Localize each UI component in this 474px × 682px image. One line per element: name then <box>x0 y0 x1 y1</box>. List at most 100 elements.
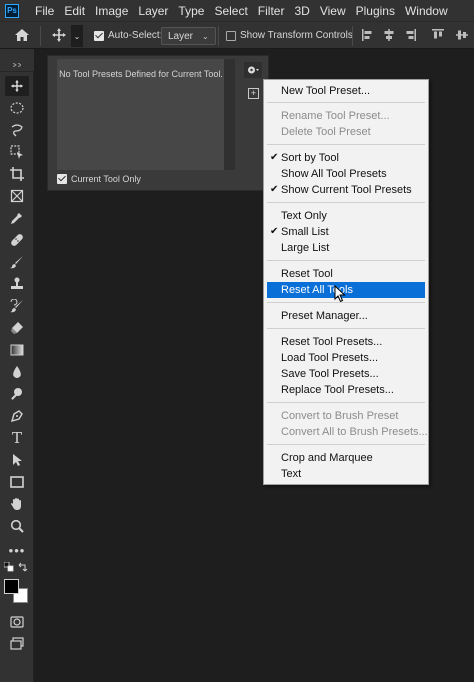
menu-item-replace-tool-presets[interactable]: Replace Tool Presets... <box>267 382 425 398</box>
menu-item-delete-tool-preset: Delete Tool Preset <box>267 124 425 140</box>
path-selection-tool-icon[interactable] <box>5 450 29 470</box>
hand-tool-icon[interactable] <box>5 494 29 514</box>
menu-item-label: Large List <box>281 242 330 254</box>
panel-menu-gear-icon[interactable] <box>244 62 262 78</box>
menu-item-label: Convert to Brush Preset <box>281 410 399 422</box>
menu-item-reset-tool-presets[interactable]: Reset Tool Presets... <box>267 334 425 350</box>
menu-item-label: Show Current Tool Presets <box>281 184 412 196</box>
menu-item-convert-all-to-brush-presets: Convert All to Brush Presets... <box>267 424 428 440</box>
menu-3d[interactable]: 3D <box>289 4 314 18</box>
collapse-toolbar-icon[interactable] <box>12 58 22 68</box>
menu-divider <box>267 202 425 203</box>
healing-brush-tool-icon[interactable] <box>5 230 29 250</box>
show-transform-controls-checkbox[interactable]: Show Transform Controls <box>226 30 353 41</box>
menu-item-save-tool-presets[interactable]: Save Tool Presets... <box>267 366 425 382</box>
menu-item-preset-manager[interactable]: Preset Manager... <box>267 308 425 324</box>
menu-file[interactable]: File <box>30 4 59 18</box>
toolbar-header <box>0 49 34 72</box>
checkbox-unchecked-icon <box>226 30 236 41</box>
menu-item-reset-tool[interactable]: Reset Tool <box>267 266 425 282</box>
menu-item-load-tool-presets[interactable]: Load Tool Presets... <box>267 350 425 366</box>
lasso-tool-icon[interactable] <box>5 120 29 140</box>
menu-item-label: Small List <box>281 226 329 238</box>
menu-item-text-only[interactable]: Text Only <box>267 208 425 224</box>
menu-item-show-current-tool-presets[interactable]: ✔ Show Current Tool Presets <box>267 182 425 198</box>
rectangle-tool-icon[interactable] <box>5 472 29 492</box>
pen-tool-icon[interactable] <box>5 406 29 426</box>
menu-item-small-list[interactable]: ✔ Small List <box>267 224 425 240</box>
menu-image[interactable]: Image <box>90 4 133 18</box>
new-preset-icon[interactable]: + <box>248 88 259 99</box>
chevron-down-icon: ⌄ <box>202 31 209 41</box>
type-tool-icon[interactable]: T <box>5 428 29 448</box>
tool-presets-context-menu: New Tool Preset... Rename Tool Preset...… <box>263 79 429 485</box>
menu-item-reset-all-tools[interactable]: Reset All Tools <box>267 282 425 298</box>
preset-list-scrollbar[interactable] <box>224 59 235 170</box>
menu-item-large-list[interactable]: Large List <box>267 240 425 256</box>
menu-bar: Ps File Edit Image Layer Type Select Fil… <box>0 0 474 21</box>
move-tool-preset-picker[interactable] <box>51 27 67 43</box>
default-colors-icon[interactable] <box>3 562 15 572</box>
clone-stamp-tool-icon[interactable] <box>5 274 29 294</box>
screen-mode-icon[interactable] <box>5 634 29 654</box>
current-tool-only-checkbox[interactable]: Current Tool Only <box>57 174 141 184</box>
no-presets-message: No Tool Presets Defined for Current Tool… <box>59 69 223 79</box>
move-tool-icon[interactable] <box>5 76 29 96</box>
foreground-color-swatch[interactable] <box>4 579 19 594</box>
brush-tool-icon[interactable] <box>5 252 29 272</box>
auto-select-checkbox[interactable]: Auto-Select: <box>94 30 162 41</box>
menu-plugins[interactable]: Plugins <box>351 4 400 18</box>
menu-item-rename-tool-preset: Rename Tool Preset... <box>267 108 425 124</box>
zoom-tool-icon[interactable] <box>5 516 29 536</box>
menu-divider <box>267 302 425 303</box>
menu-divider <box>267 102 425 103</box>
crop-tool-icon[interactable] <box>5 164 29 184</box>
photoshop-logo[interactable]: Ps <box>5 3 19 18</box>
gradient-tool-icon[interactable] <box>5 340 29 360</box>
eraser-tool-icon[interactable] <box>5 318 29 338</box>
align-left-icon[interactable] <box>362 29 374 41</box>
layer-dropdown[interactable]: Layer ⌄ <box>161 27 216 45</box>
checkmark-icon: ✔ <box>270 184 279 195</box>
blur-tool-icon[interactable] <box>5 362 29 382</box>
frame-tool-icon[interactable] <box>5 186 29 206</box>
menu-item-label: Preset Manager... <box>281 310 368 322</box>
menu-item-label: Sort by Tool <box>281 152 339 164</box>
checkmark-icon: ✔ <box>270 152 279 163</box>
menu-item-label: Reset Tool Presets... <box>281 336 383 348</box>
menu-item-sort-by-tool[interactable]: ✔ Sort by Tool <box>267 150 425 166</box>
align-center-icon[interactable] <box>383 29 395 41</box>
tool-presets-list[interactable]: No Tool Presets Defined for Current Tool… <box>57 59 225 170</box>
menu-item-new-tool-preset[interactable]: New Tool Preset... <box>267 83 425 99</box>
menu-item-show-all-tool-presets[interactable]: Show All Tool Presets <box>267 166 425 182</box>
menu-item-label: Text <box>281 468 302 480</box>
menu-item-convert-to-brush-preset: Convert to Brush Preset <box>267 408 425 424</box>
dodge-tool-icon[interactable] <box>5 384 29 404</box>
eyedropper-tool-icon[interactable] <box>5 208 29 228</box>
menu-view[interactable]: View <box>315 4 351 18</box>
move-icon <box>52 28 66 42</box>
tools-panel: T ••• <box>0 72 34 682</box>
tool-preset-dropdown-button[interactable]: ⌄ <box>71 25 83 47</box>
align-vertical-center-icon[interactable] <box>456 29 468 41</box>
marquee-tool-icon[interactable] <box>5 98 29 118</box>
history-brush-tool-icon[interactable] <box>5 296 29 316</box>
menu-item-text[interactable]: Text <box>267 466 425 482</box>
menu-layer[interactable]: Layer <box>133 4 173 18</box>
menu-divider <box>267 402 425 403</box>
home-icon[interactable] <box>14 28 30 42</box>
quick-mask-icon[interactable] <box>5 612 29 632</box>
object-selection-tool-icon[interactable] <box>5 142 29 162</box>
more-tools-icon[interactable]: ••• <box>5 540 29 560</box>
menu-window[interactable]: Window <box>400 4 453 18</box>
menu-type[interactable]: Type <box>173 4 209 18</box>
menu-item-label: Replace Tool Presets... <box>281 384 394 396</box>
align-top-icon[interactable] <box>432 29 444 41</box>
menu-divider <box>267 328 425 329</box>
menu-item-crop-and-marquee[interactable]: Crop and Marquee <box>267 450 425 466</box>
menu-select[interactable]: Select <box>209 4 252 18</box>
menu-filter[interactable]: Filter <box>253 4 290 18</box>
swap-colors-icon[interactable] <box>17 562 29 572</box>
menu-edit[interactable]: Edit <box>59 4 90 18</box>
align-right-icon[interactable] <box>404 29 416 41</box>
